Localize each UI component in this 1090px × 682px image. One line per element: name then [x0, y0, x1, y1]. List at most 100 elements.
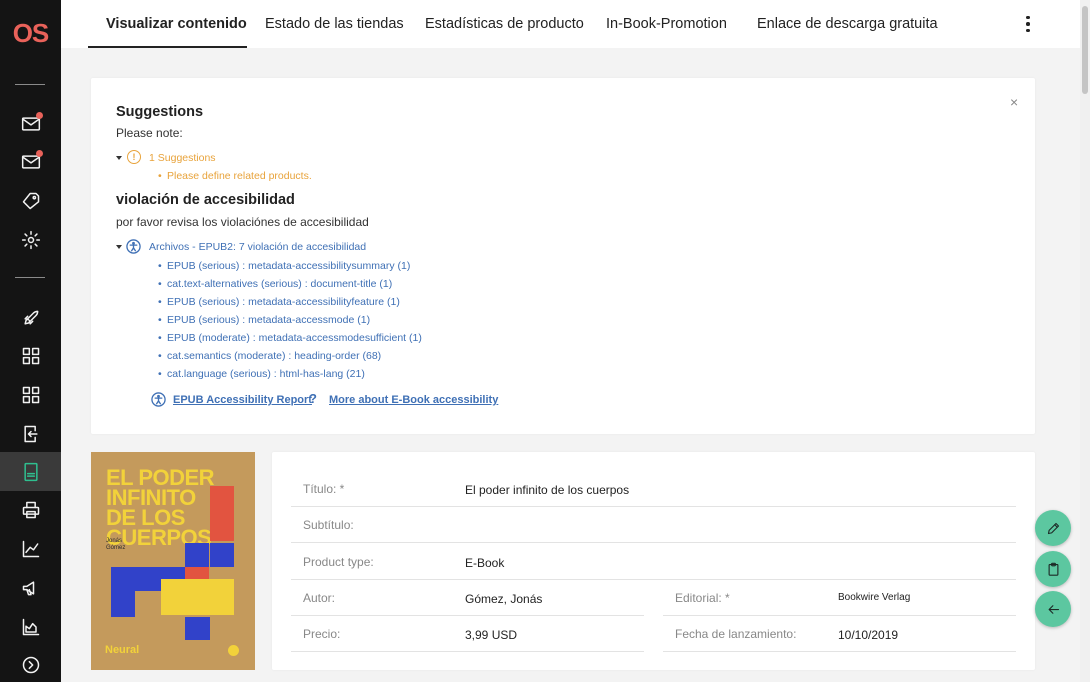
sidebar-item-expand[interactable]	[0, 645, 61, 682]
suggestions-group-label[interactable]: 1 Suggestions	[149, 152, 216, 164]
sidebar-divider	[15, 84, 45, 85]
sidebar-item-tickets[interactable]	[0, 181, 61, 220]
scrollbar-thumb[interactable]	[1082, 6, 1088, 94]
rocket-icon	[23, 310, 38, 325]
precio-label: Precio:	[303, 627, 341, 641]
tab-estado-tiendas[interactable]: Estado de las tiendas	[265, 0, 404, 48]
tab-estadisticas-producto[interactable]: Estadísticas de producto	[425, 0, 584, 48]
sidebar-item-dashboard[interactable]	[0, 336, 61, 375]
tab-bar: Visualizar contenido Estado de las tiend…	[61, 0, 1080, 48]
warning-icon: !	[127, 150, 141, 164]
accessibility-icon	[126, 239, 141, 254]
cover-publisher-text: Neural	[105, 644, 140, 656]
sidebar: OS	[0, 0, 61, 682]
gear-icon	[21, 230, 40, 249]
product-type-label: Product type:	[303, 555, 374, 569]
field-divider	[291, 579, 1016, 580]
product-details-panel: Título: * El poder infinito de los cuerp…	[272, 452, 1035, 670]
notification-badge	[36, 112, 43, 119]
clipboard-icon	[1048, 562, 1058, 576]
precio-value: 3,99 USD	[465, 628, 518, 642]
accessibility-title: violación de accesibilidad	[116, 192, 295, 208]
active-tab-indicator	[88, 46, 247, 48]
document-icon	[23, 462, 38, 481]
cover-author-text: Jonás Gómez	[106, 538, 126, 551]
field-divider	[663, 615, 1016, 616]
tag-icon	[22, 192, 39, 209]
titulo-label: Título: *	[303, 482, 345, 496]
sidebar-item-launch[interactable]	[0, 298, 61, 337]
arrow-left-icon	[1048, 604, 1059, 614]
field-divider	[291, 615, 644, 616]
printer-icon	[22, 501, 39, 518]
notification-badge	[36, 150, 43, 157]
cover-shape	[210, 486, 234, 541]
sidebar-item-catalog[interactable]	[0, 375, 61, 414]
caret-down-icon[interactable]	[116, 245, 122, 249]
field-divider	[291, 506, 1016, 507]
import-icon	[23, 425, 38, 442]
titulo-value: El poder infinito de los cuerpos	[465, 483, 630, 497]
fecha-lanzamiento-label: Fecha de lanzamiento:	[675, 627, 797, 641]
field-divider	[663, 651, 1016, 652]
edit-button[interactable]	[1035, 510, 1071, 546]
epub-accessibility-report-link[interactable]: EPUB Accessibility Report	[173, 394, 312, 406]
sidebar-divider	[15, 277, 45, 278]
page-scrollbar[interactable]	[1080, 0, 1090, 682]
question-icon: ?	[309, 391, 317, 406]
accessibility-violation-item: EPUB (moderate) : metadata-accessmodesuf…	[158, 332, 422, 344]
accessibility-violation-item: cat.semantics (moderate) : heading-order…	[158, 350, 381, 362]
tab-visualizar-contenido[interactable]: Visualizar contenido	[106, 0, 247, 48]
accessibility-violation-item: cat.language (serious) : html-has-lang (…	[158, 368, 365, 380]
close-icon[interactable]: ×	[1010, 94, 1018, 110]
sidebar-item-analytics[interactable]	[0, 607, 61, 646]
app-logo[interactable]: OS	[0, 18, 61, 49]
accessibility-note: por favor revisa los violaciónes de acce…	[116, 215, 369, 229]
sidebar-item-statistics[interactable]	[0, 529, 61, 568]
cover-shape	[210, 543, 234, 567]
tab-enlace-descarga[interactable]: Enlace de descarga gratuita	[757, 0, 938, 48]
grid-icon	[22, 347, 39, 364]
subtitulo-label: Subtítulo:	[303, 518, 354, 532]
cover-shape	[228, 645, 239, 656]
editorial-value: Bookwire Verlag	[838, 592, 911, 603]
pencil-icon	[1047, 522, 1059, 534]
suggestions-panel: × Suggestions Please note: ! 1 Suggestio…	[91, 78, 1035, 434]
field-divider	[291, 542, 1016, 543]
accessibility-group-label[interactable]: Archivos - EPUB2: 7 violación de accesib…	[149, 241, 366, 253]
fecha-lanzamiento-value: 10/10/2019	[838, 628, 899, 642]
more-options-icon[interactable]	[1020, 14, 1036, 34]
area-chart-icon	[22, 618, 39, 635]
suggestions-note: Please note:	[116, 126, 183, 140]
accessibility-violation-item: EPUB (serious) : metadata-accessmode (1)	[158, 314, 370, 326]
grid-icon	[22, 386, 39, 403]
sidebar-item-mail-2[interactable]	[0, 142, 61, 181]
product-type-value: E-Book	[465, 556, 505, 570]
accessibility-violation-item: EPUB (serious) : metadata-accessibilitys…	[158, 260, 410, 272]
clipboard-button[interactable]	[1035, 551, 1071, 587]
caret-down-icon[interactable]	[116, 156, 122, 160]
suggestion-item: Please define related products.	[158, 170, 312, 182]
arrow-right-circle-icon	[22, 656, 39, 673]
accessibility-violation-item: cat.text-alternatives (serious) : docume…	[158, 278, 392, 290]
more-about-accessibility-link[interactable]: More about E-Book accessibility	[329, 394, 498, 406]
sidebar-item-print[interactable]	[0, 490, 61, 529]
autor-value: Gómez, Jonás	[465, 592, 543, 606]
sidebar-item-settings[interactable]	[0, 220, 61, 259]
tab-in-book-promotion[interactable]: In-Book-Promotion	[606, 0, 727, 48]
sidebar-item-import[interactable]	[0, 414, 61, 453]
suggestions-title: Suggestions	[116, 104, 204, 120]
sidebar-item-content[interactable]	[0, 452, 61, 491]
sidebar-item-marketing[interactable]	[0, 568, 61, 607]
field-divider	[291, 651, 644, 652]
editorial-label: Editorial: *	[675, 591, 730, 605]
cover-shape	[161, 579, 234, 615]
line-chart-icon	[22, 540, 39, 557]
back-button[interactable]	[1035, 591, 1071, 627]
accessibility-icon	[151, 392, 166, 407]
accessibility-violation-item: EPUB (serious) : metadata-accessibilityf…	[158, 296, 400, 308]
book-cover-image: EL PODER INFINITO DE LOS CUERPOS Jonás G…	[91, 452, 255, 670]
autor-label: Autor:	[303, 591, 336, 605]
sidebar-item-mail-1[interactable]	[0, 104, 61, 143]
cover-shape	[185, 617, 210, 640]
